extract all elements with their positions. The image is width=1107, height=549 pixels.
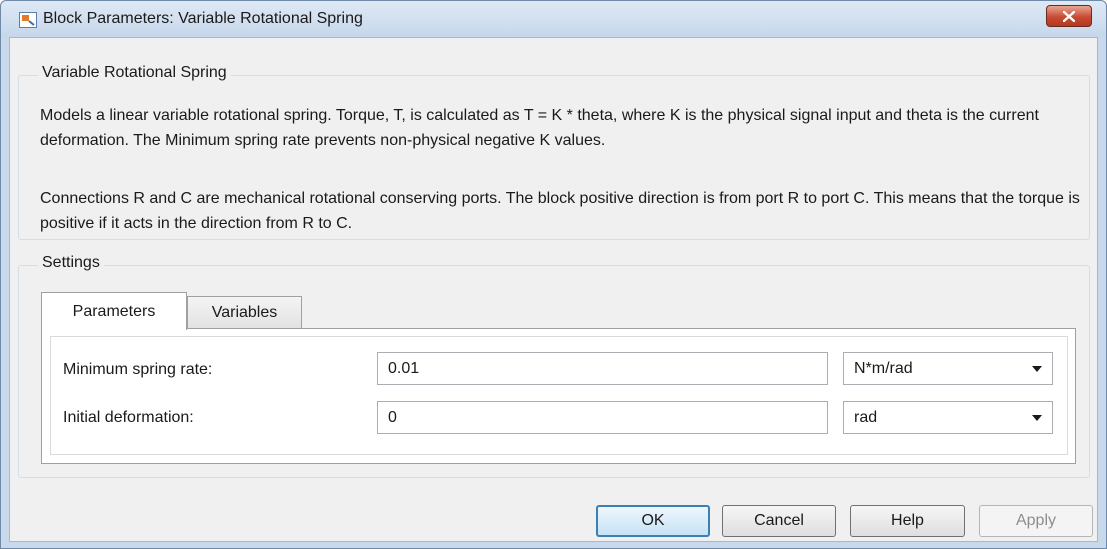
description-group-title: Variable Rotational Spring (38, 64, 231, 82)
unit-select-value: rad (854, 409, 878, 426)
chevron-down-icon (1032, 366, 1042, 372)
cancel-button[interactable]: Cancel (722, 505, 836, 537)
close-button[interactable] (1046, 5, 1092, 27)
simulink-block-icon (19, 12, 37, 28)
initial-deformation-label: Initial deformation: (63, 409, 194, 426)
initial-deformation-input[interactable]: 0 (377, 401, 828, 434)
description-paragraph: Models a linear variable rotational spri… (40, 107, 1039, 149)
title-bar[interactable]: Block Parameters: Variable Rotational Sp… (1, 1, 1106, 37)
connections-paragraph: Connections R and C are mechanical rotat… (40, 190, 1080, 232)
window-title: Block Parameters: Variable Rotational Sp… (43, 10, 363, 27)
unit-select-value: N*m/rad (854, 360, 913, 377)
settings-group-title: Settings (38, 254, 104, 272)
help-button[interactable]: Help (850, 505, 965, 537)
minimum-spring-rate-unit-select[interactable]: N*m/rad (843, 352, 1053, 385)
minimum-spring-rate-input[interactable]: 0.01 (377, 352, 828, 385)
tab-variables[interactable]: Variables (187, 296, 302, 329)
chevron-down-icon (1032, 415, 1042, 421)
close-icon (1063, 10, 1075, 22)
tab-parameters[interactable]: Parameters (41, 292, 187, 330)
minimum-spring-rate-label: Minimum spring rate: (63, 361, 213, 378)
apply-button[interactable]: Apply (979, 505, 1093, 537)
ok-button[interactable]: OK (596, 505, 710, 537)
initial-deformation-unit-select[interactable]: rad (843, 401, 1053, 434)
